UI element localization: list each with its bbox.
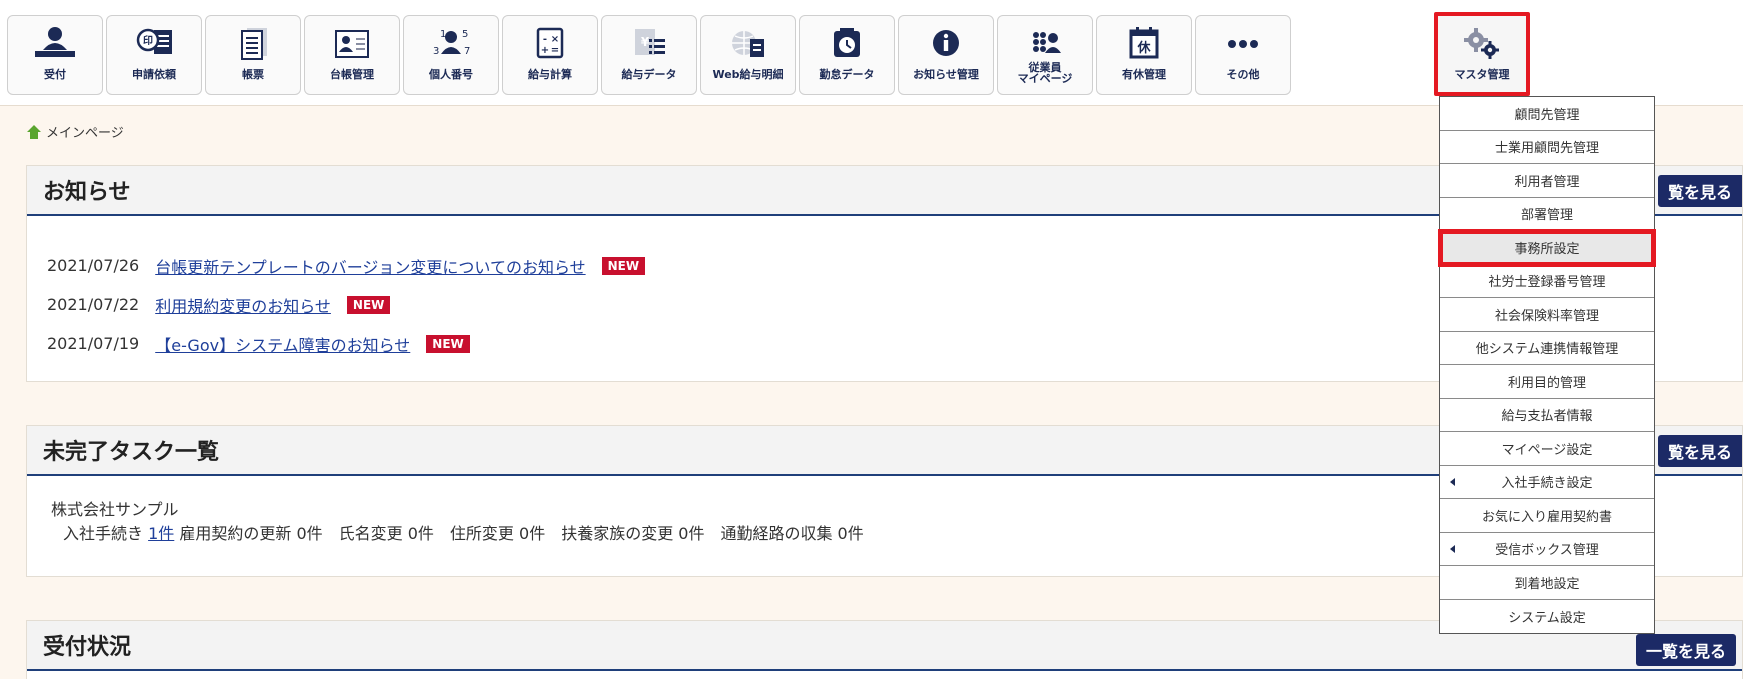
menu-item-sharoushi-registration[interactable]: 社労士登録番号管理 xyxy=(1440,265,1654,298)
reception-view-all-button[interactable]: 一覧を見る xyxy=(1635,634,1736,666)
toolbar-button-notice-admin[interactable]: お知らせ管理 xyxy=(898,15,994,95)
notice-link[interactable]: 【e-Gov】システム障害のお知らせ xyxy=(155,332,410,356)
task-entry-label: 入社手続き xyxy=(63,524,144,543)
reception-title: 受付状況 xyxy=(43,635,132,660)
tasks-view-all-button[interactable]: 覧を見る xyxy=(1657,435,1742,467)
employee-mypage-icon xyxy=(998,24,1092,64)
tasks-title: 未完了タスク一覧 xyxy=(43,440,220,465)
menu-item-destination-settings[interactable]: 到着地設定 xyxy=(1440,566,1654,600)
toolbar-button-forms[interactable]: 帳票 xyxy=(205,15,301,95)
menu-item-system-integration[interactable]: 他システム連携情報管理 xyxy=(1440,332,1654,365)
svg-text:+: + xyxy=(541,45,549,56)
seal-document-icon: 印 xyxy=(107,24,201,64)
svg-text:¥: ¥ xyxy=(641,35,650,49)
notices-title: お知らせ xyxy=(43,180,131,205)
svg-text:-: - xyxy=(543,34,547,45)
calculator-icon: - × + = xyxy=(503,24,597,64)
svg-text:×: × xyxy=(551,34,559,45)
task-entry-link[interactable]: 1件 xyxy=(148,524,174,543)
toolbar-button-attendance[interactable]: 勤怠データ xyxy=(799,15,895,95)
menu-item-professional-client-management[interactable]: 士業用顧問先管理 xyxy=(1440,131,1654,164)
toolbar-button-ledger[interactable]: 台帳管理 xyxy=(304,15,400,95)
menu-item-mypage-settings[interactable]: マイページ設定 xyxy=(1440,432,1654,466)
toolbar-button-personal-number[interactable]: 1537 個人番号 xyxy=(403,15,499,95)
form-document-icon xyxy=(206,24,300,64)
payroll-data-icon: ¥ xyxy=(602,24,696,64)
svg-text:7: 7 xyxy=(464,46,470,57)
submenu-arrow-icon xyxy=(1450,477,1455,486)
menu-item-system-settings[interactable]: システム設定 xyxy=(1440,600,1654,634)
menu-item-insurance-rate[interactable]: 社会保険料率管理 xyxy=(1440,298,1654,332)
task-rest: 雇用契約の更新 0件 氏名変更 0件 住所変更 0件 扶養家族の変更 0件 通勤… xyxy=(179,524,864,543)
menu-item-favorite-contracts[interactable]: お気に入り雇用契約書 xyxy=(1440,499,1654,533)
notice-date: 2021/07/22 xyxy=(47,295,140,314)
toolbar-button-employee-mypage[interactable]: 従業員 マイページ xyxy=(997,15,1093,95)
menu-item-office-settings[interactable]: 事務所設定 xyxy=(1438,229,1656,267)
master-admin-dropdown: 顧問先管理 士業用顧問先管理 利用者管理 部署管理 事務所設定 社労士登録番号管… xyxy=(1438,96,1656,634)
toolbar-button-web-payslip[interactable]: Web給与明細 xyxy=(700,15,796,95)
svg-text:3: 3 xyxy=(433,46,439,57)
gears-icon xyxy=(1438,24,1526,64)
new-badge: NEW xyxy=(426,334,470,353)
toolbar-button-payroll-calc[interactable]: - × + = 給与計算 xyxy=(502,15,598,95)
new-badge: NEW xyxy=(601,256,646,275)
info-icon xyxy=(899,24,993,64)
svg-text:5: 5 xyxy=(462,29,468,40)
svg-text:1: 1 xyxy=(440,29,446,40)
toolbar-button-payroll-data[interactable]: ¥ 給与データ xyxy=(601,15,697,95)
notice-link[interactable]: 利用規約変更のお知らせ xyxy=(155,293,331,317)
menu-item-inbox-management[interactable]: 受信ボックス管理 xyxy=(1440,533,1654,566)
toolbar-button-other[interactable]: その他 xyxy=(1195,15,1291,95)
reception-person-icon xyxy=(8,24,102,64)
toolbar-button-reception[interactable]: 受付 xyxy=(7,15,103,95)
breadcrumb: メインページ xyxy=(26,122,124,141)
menu-item-user-management[interactable]: 利用者管理 xyxy=(1440,164,1654,198)
svg-text:印: 印 xyxy=(143,35,153,47)
more-dots-icon xyxy=(1196,24,1290,64)
ledger-card-icon xyxy=(305,24,399,64)
svg-text:休: 休 xyxy=(1136,40,1151,56)
notice-date: 2021/07/26 xyxy=(47,256,140,275)
toolbar-button-master-admin[interactable]: マスタ管理 xyxy=(1434,12,1530,96)
menu-item-onboarding-settings[interactable]: 入社手続き設定 xyxy=(1440,466,1654,499)
new-badge: NEW xyxy=(346,295,391,314)
submenu-arrow-icon xyxy=(1450,544,1455,553)
breadcrumb-home[interactable]: メインページ xyxy=(46,122,124,141)
employee-mypage-label: 従業員 マイページ xyxy=(1017,61,1073,85)
top-toolbar: 受付 印 申請依頼 帳票 台帳管理 1537 個人番号 - × + = 給与計算 ¥ … xyxy=(0,0,1743,106)
toolbar-button-paid-leave[interactable]: 休 有休管理 xyxy=(1096,15,1192,95)
menu-item-purpose-management[interactable]: 利用目的管理 xyxy=(1440,365,1654,399)
personal-number-icon: 1537 xyxy=(404,24,498,64)
menu-item-payer-info[interactable]: 給与支払者情報 xyxy=(1440,399,1654,432)
attendance-clock-icon xyxy=(800,24,894,64)
notice-date: 2021/07/19 xyxy=(47,334,140,353)
web-payslip-icon xyxy=(701,24,795,64)
menu-item-department-management[interactable]: 部署管理 xyxy=(1440,198,1654,231)
paid-leave-calendar-icon: 休 xyxy=(1097,24,1191,64)
menu-item-client-management[interactable]: 顧問先管理 xyxy=(1440,97,1654,131)
home-icon[interactable] xyxy=(26,124,42,140)
svg-text:=: = xyxy=(551,45,559,56)
notice-link[interactable]: 台帳更新テンプレートのバージョン変更についてのお知らせ xyxy=(155,254,585,278)
notices-view-all-button[interactable]: 覧を見る xyxy=(1657,175,1742,207)
toolbar-button-application[interactable]: 印 申請依頼 xyxy=(106,15,202,95)
